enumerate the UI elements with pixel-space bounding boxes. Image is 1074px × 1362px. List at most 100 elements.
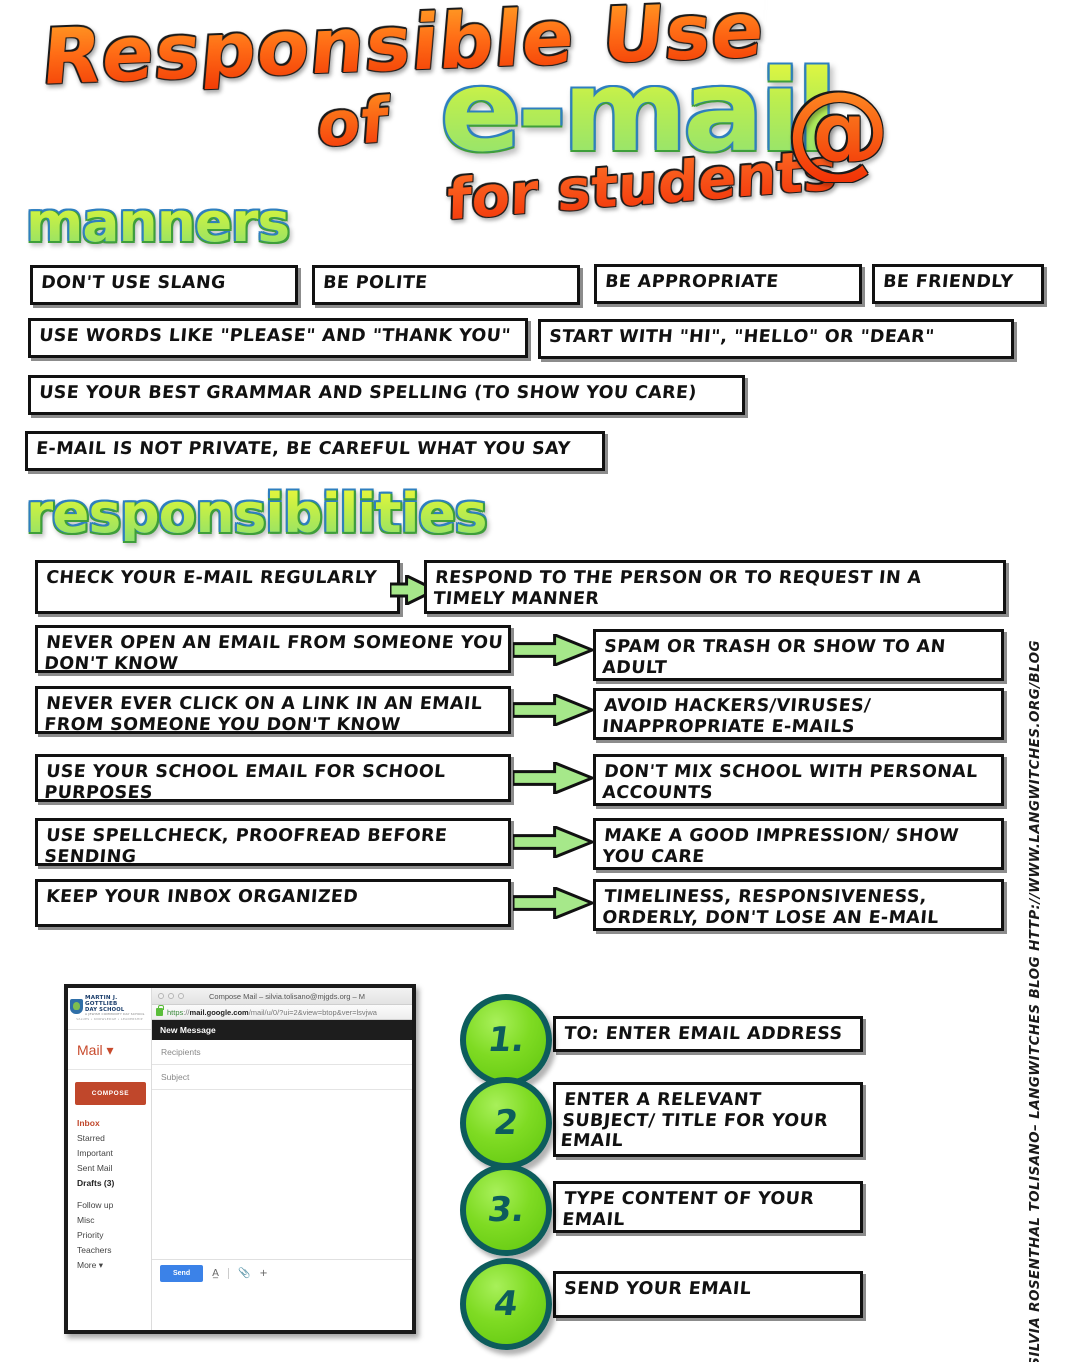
step-label-box: SEND YOUR EMAIL <box>553 1271 863 1318</box>
gmail-sidebar: MARTIN J. GOTTLIEB DAY SCHOOL A JEWISH C… <box>68 988 152 1330</box>
arrow-right-icon <box>513 694 593 726</box>
url-path: /mail/u/0/?ui=2&view=btop&ver=lsvjwa <box>248 1007 377 1017</box>
logo-line-1: MARTIN J. GOTTLIEB <box>85 994 118 1007</box>
responsibility-effect-box: RESPOND TO THE PERSON OR TO REQUEST IN A… <box>424 560 1006 614</box>
message-body-field[interactable] <box>152 1090 412 1260</box>
gmail-nav-item[interactable]: Teachers <box>68 1242 151 1257</box>
box-text: TYPE CONTENT OF YOUR EMAIL <box>561 1189 815 1230</box>
step-number-circle-3: 3. <box>460 1164 552 1256</box>
box-text: TO: ENTER EMAIL ADDRESS <box>563 1024 844 1044</box>
step-number: 3. <box>484 1190 528 1230</box>
step-number: 1. <box>484 1020 528 1060</box>
gmail-nav-item[interactable]: Misc <box>68 1212 151 1227</box>
gmail-nav-item[interactable]: Sent Mail <box>68 1160 151 1175</box>
arrow-right-icon <box>513 762 593 794</box>
url-text: https://mail.google.com/mail/u/0/?ui=2&v… <box>167 1008 377 1017</box>
box-text: E-MAIL IS NOT PRIVATE, BE CAREFUL WHAT Y… <box>35 439 572 459</box>
section-heading-manners: manners <box>26 191 290 254</box>
gmail-nav-item[interactable]: Inbox <box>68 1115 151 1130</box>
box-text: USE YOUR SCHOOL EMAIL FOR SCHOOL PURPOSE… <box>43 762 447 803</box>
box-text: RESPOND TO THE PERSON OR TO REQUEST IN A… <box>432 568 923 609</box>
gmail-nav-item[interactable]: Priority <box>68 1227 151 1242</box>
zoom-window-icon[interactable] <box>178 993 184 999</box>
box-text: SEND YOUR EMAIL <box>563 1279 753 1299</box>
gmail-main-pane: Compose Mail – silvia.tolisano@mjgds.org… <box>152 988 412 1330</box>
gmail-nav-item[interactable]: Important <box>68 1145 151 1160</box>
responsibility-effect-box: TIMELINESS, RESPONSIVENESS, ORDERLY, DON… <box>593 879 1004 931</box>
box-text: NEVER EVER CLICK ON A LINK IN AN EMAIL F… <box>43 694 484 735</box>
step-number: 2 <box>491 1103 521 1143</box>
url-scheme: https <box>167 1007 184 1017</box>
box-text: TIMELINESS, RESPONSIVENESS, ORDERLY, DON… <box>601 887 940 928</box>
box-text: USE SPELLCHECK, PROOFREAD BEFORE SENDING <box>43 826 449 867</box>
manners-box: START WITH "HI", "HELLO" OR "DEAR" <box>538 319 1014 359</box>
box-text: DON'T MIX SCHOOL WITH PERSONAL ACCOUNTS <box>601 762 979 803</box>
browser-titlebar: Compose Mail – silvia.tolisano@mjgds.org… <box>152 988 412 1005</box>
attach-icon[interactable]: 📎 <box>238 1268 250 1279</box>
box-text: DON'T USE SLANG <box>40 273 227 293</box>
logo-line-3: A JEWISH COMMUNITY DAY SCHOOL <box>85 1012 145 1017</box>
manners-box: USE WORDS LIKE "PLEASE" AND "THANK YOU" <box>28 318 528 358</box>
manners-box: BE FRIENDLY <box>872 264 1044 304</box>
manners-box: E-MAIL IS NOT PRIVATE, BE CAREFUL WHAT Y… <box>25 431 605 471</box>
step-number: 4 <box>491 1284 521 1324</box>
insert-plus-icon[interactable]: + <box>259 1268 267 1279</box>
responsibility-effect-box: MAKE A GOOD IMPRESSION/ SHOW YOU CARE <box>593 818 1004 870</box>
section-heading-responsibilities: responsibilities <box>26 482 488 545</box>
nav-gap <box>68 1190 151 1197</box>
responsibility-cause-box: USE SPELLCHECK, PROOFREAD BEFORE SENDING <box>35 818 511 867</box>
gmail-compose-button[interactable]: COMPOSE <box>75 1082 146 1105</box>
box-text: KEEP YOUR INBOX ORGANIZED <box>45 887 360 907</box>
recipients-field[interactable]: Recipients <box>152 1040 412 1065</box>
responsibility-effect-box: AVOID HACKERS/VIRUSES/ INAPPROPRIATE E-M… <box>593 688 1004 740</box>
manners-box: DON'T USE SLANG <box>30 265 298 305</box>
responsibility-effect-box: SPAM OR TRASH OR SHOW TO AN ADULT <box>593 629 1004 681</box>
divider <box>227 1268 229 1279</box>
step-number-circle-1: 1. <box>460 994 552 1086</box>
arrow-right-icon <box>513 826 593 858</box>
box-text: START WITH "HI", "HELLO" OR "DEAR" <box>548 327 936 347</box>
at-symbol-icon: @ <box>786 69 890 191</box>
box-text: SPAM OR TRASH OR SHOW TO AN ADULT <box>601 637 947 678</box>
step-label-box: TO: ENTER EMAIL ADDRESS <box>553 1016 863 1052</box>
box-text: USE YOUR BEST GRAMMAR AND SPELLING (TO S… <box>38 383 698 403</box>
responsibility-effect-box: DON'T MIX SCHOOL WITH PERSONAL ACCOUNTS <box>593 754 1004 806</box>
format-text-icon[interactable]: A̲ <box>212 1268 219 1279</box>
responsibility-cause-box: CHECK YOUR E-MAIL REGULARLY <box>35 560 400 614</box>
lock-icon <box>156 1005 164 1016</box>
manners-box: USE YOUR BEST GRAMMAR AND SPELLING (TO S… <box>28 375 745 415</box>
box-text: USE WORDS LIKE "PLEASE" AND "THANK YOU" <box>38 326 512 346</box>
manners-box: BE APPROPRIATE <box>594 264 862 304</box>
compose-header: New Message <box>152 1020 412 1040</box>
gmail-mail-dropdown[interactable]: Mail ▾ <box>68 1030 151 1070</box>
box-text: NEVER OPEN AN EMAIL FROM SOMEONE YOU DON… <box>43 633 504 674</box>
gmail-nav-item[interactable]: Drafts (3) <box>68 1175 151 1190</box>
close-window-icon[interactable] <box>158 993 164 999</box>
gmail-nav-item[interactable]: Starred <box>68 1130 151 1145</box>
box-text: BE APPROPRIATE <box>604 272 780 292</box>
gmail-nav-list: Inbox Starred Important Sent Mail Drafts (3)… <box>68 1115 151 1273</box>
subject-field[interactable]: Subject <box>152 1065 412 1090</box>
gmail-nav-item[interactable]: Follow up <box>68 1197 151 1212</box>
send-button[interactable]: Send <box>160 1265 204 1282</box>
box-text: MAKE A GOOD IMPRESSION/ SHOW YOU CARE <box>601 826 960 867</box>
browser-address-bar[interactable]: https://mail.google.com/mail/u/0/?ui=2&v… <box>152 1005 412 1020</box>
gmail-compose-screenshot: MARTIN J. GOTTLIEB DAY SCHOOL A JEWISH C… <box>64 984 416 1334</box>
box-text: BE FRIENDLY <box>882 272 1014 292</box>
step-number-circle-2: 2 <box>460 1077 552 1169</box>
responsibility-cause-box: NEVER OPEN AN EMAIL FROM SOMEONE YOU DON… <box>35 625 511 674</box>
step-number-circle-4: 4 <box>460 1258 552 1350</box>
manners-box: BE POLITE <box>312 265 580 305</box>
gmail-nav-item[interactable]: More ▾ <box>68 1257 151 1273</box>
responsibility-cause-box: KEEP YOUR INBOX ORGANIZED <box>35 879 511 927</box>
logo-line-4: VALUES • KNOWLEDGE • LEADERSHIP <box>76 1017 143 1022</box>
arrow-right-icon <box>513 634 593 666</box>
title-of: of <box>315 83 391 162</box>
box-text: AVOID HACKERS/VIRUSES/ INAPPROPRIATE E-M… <box>601 696 872 737</box>
arrow-right-icon <box>513 887 593 919</box>
school-logo: MARTIN J. GOTTLIEB DAY SCHOOL A JEWISH C… <box>68 988 151 1030</box>
box-text: CHECK YOUR E-MAIL REGULARLY <box>45 568 378 588</box>
minimize-window-icon[interactable] <box>168 993 174 999</box>
browser-window-title: Compose Mail – silvia.tolisano@mjgds.org… <box>208 991 365 1001</box>
credit-attribution: SILVIA ROSENTHAL TOLISANO– LANGWITCHES B… <box>1027 640 1043 1362</box>
